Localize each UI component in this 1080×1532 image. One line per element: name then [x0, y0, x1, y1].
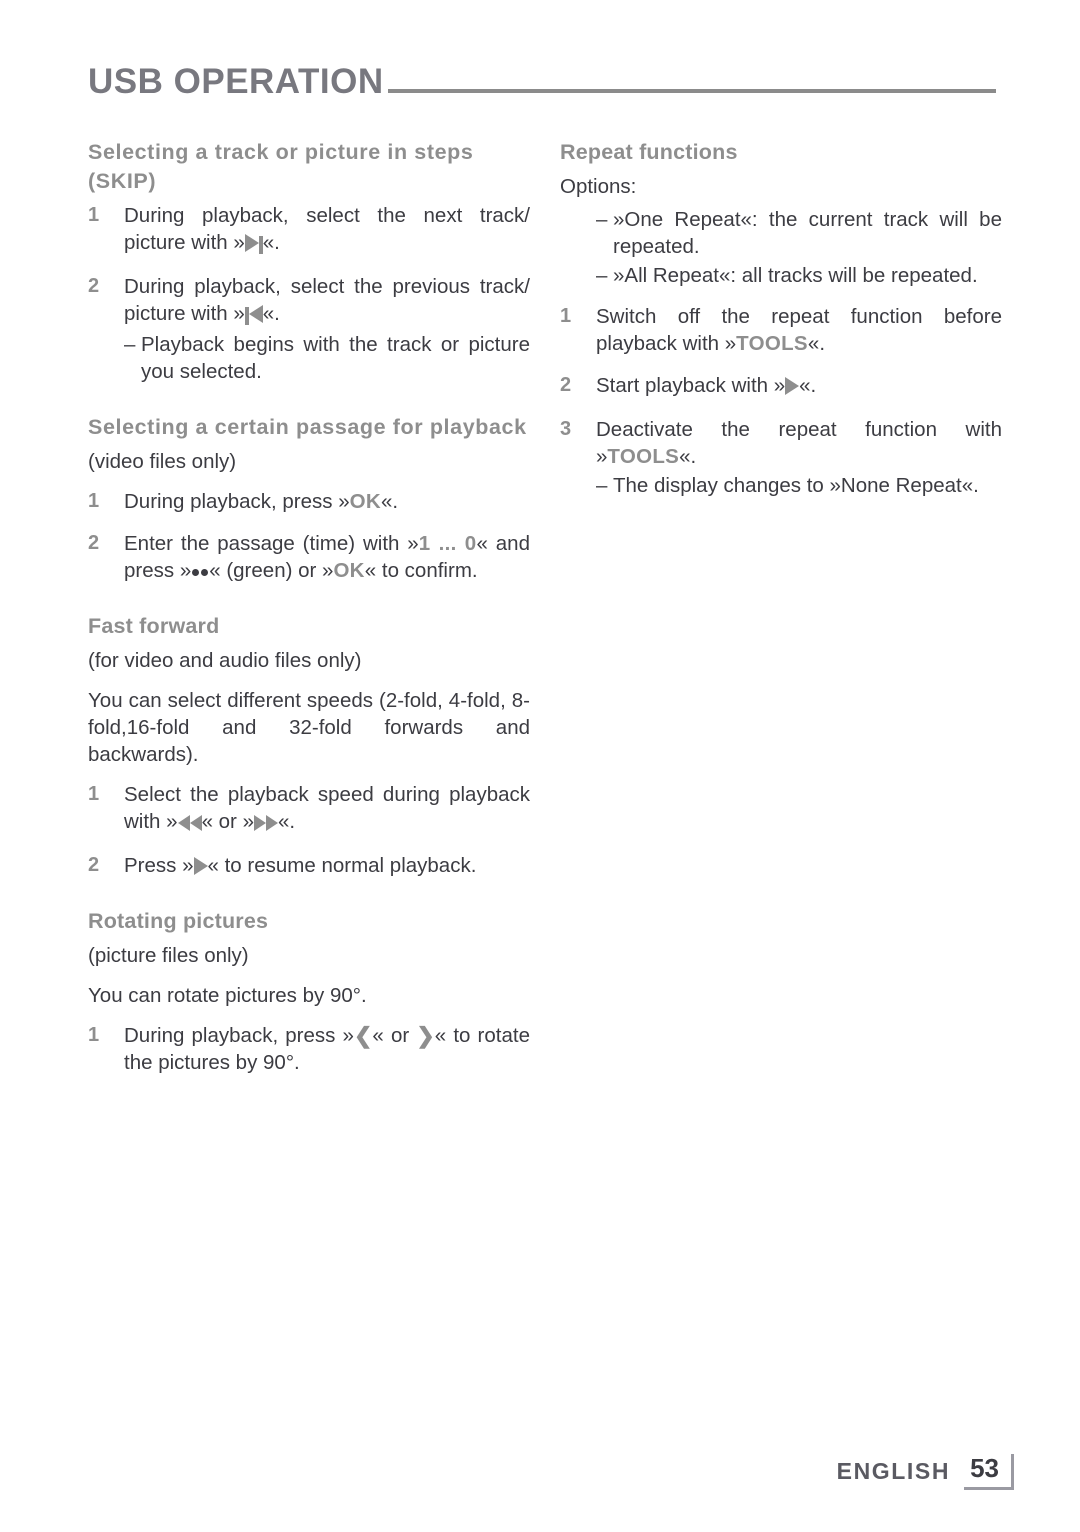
step-press-ok: 1 During playback, press »OK«. — [88, 488, 530, 515]
key-number-range: 1 ... 0 — [418, 532, 477, 555]
step-number: 3 — [560, 418, 572, 440]
step-text-part: « to resume normal playback. — [207, 854, 477, 877]
right-column: Repeat functions Options: – »One Repeat«… — [560, 138, 1002, 514]
step-text: During playback, press »❮« or ❯« to rota… — [124, 1022, 530, 1076]
substep-text: The display changes to »None Repeat«. — [613, 474, 979, 497]
fast-forward-description: You can select different speeds (2-fold,… — [88, 689, 530, 766]
step-text-part: During playback, select the next track/ … — [124, 204, 530, 254]
step-text-part: Start playback with » — [596, 374, 786, 397]
key-tools: TOOLS — [736, 332, 808, 355]
step-number: 1 — [560, 305, 572, 327]
step-text-part: «. — [277, 810, 296, 833]
option-all-repeat: – »All Repeat«: all tracks will be repea… — [596, 262, 1002, 289]
step-text: Deactivate the repeat function with »TOO… — [596, 416, 1002, 470]
step-number: 1 — [88, 204, 100, 226]
play-icon — [193, 854, 208, 881]
heading-repeat-functions: Repeat functions — [560, 140, 738, 164]
step-text: Start playback with » «. — [596, 372, 1002, 401]
step-number: 2 — [88, 854, 100, 876]
page-header: USB OPERATION — [88, 52, 996, 100]
left-arrow-icon: ❮ — [353, 1023, 373, 1048]
step-text-part: «. — [679, 445, 697, 468]
step-text-part: «. — [262, 231, 280, 254]
step-text: Press » « to resume normal playback. — [124, 852, 530, 881]
green-button-icon — [191, 559, 209, 586]
page-number-frame: 53 — [964, 1454, 1014, 1490]
skip-previous-icon — [244, 302, 263, 329]
step-start-playback: 2 Start playback with » «. — [560, 372, 1002, 401]
step-switch-off-repeat: 1 Switch off the repeat function before … — [560, 303, 1002, 357]
dash-marker: – — [596, 208, 608, 231]
step-text-part: «. — [807, 332, 826, 355]
step-resume-playback: 2 Press » « to resume normal playback. — [88, 852, 530, 881]
heading-rotating-pictures: Rotating pictures — [88, 909, 269, 933]
step-skip-previous: 2 During playback, select the previous t… — [88, 273, 530, 385]
step-number: 1 — [88, 783, 100, 805]
step-text-part: Press » — [124, 854, 194, 877]
substep-playback-begins: – Playback begins with the track or pict… — [124, 331, 530, 385]
skip-next-icon — [244, 231, 263, 258]
step-text-part: «. — [380, 490, 399, 513]
note-video-files-only: (video files only) — [88, 450, 237, 473]
document-page: USB OPERATION Selecting a track or pictu… — [0, 0, 1080, 1532]
play-icon — [785, 374, 800, 401]
step-number: 2 — [560, 374, 572, 396]
step-text-part: During playback, select the previous tra… — [124, 275, 530, 325]
step-text-part: « or — [372, 1024, 417, 1047]
step-text: Select the playback speed during playbac… — [124, 781, 530, 837]
step-deactivate-repeat: 3 Deactivate the repeat function with »T… — [560, 416, 1002, 499]
note-picture-files-only: (picture files only) — [88, 944, 249, 967]
note-video-audio-only: (for video and audio files only) — [88, 649, 362, 672]
footer-language: ENGLISH — [836, 1458, 951, 1484]
step-select-speed: 1 Select the playback speed during playb… — [88, 781, 530, 837]
step-number: 2 — [88, 275, 100, 297]
substep-text: Playback begins with the track or pictur… — [141, 333, 530, 383]
fast-forward-icon — [253, 810, 278, 837]
step-number: 1 — [88, 490, 100, 512]
step-text: Enter the passage (time) with »1 ... 0 « … — [124, 530, 530, 586]
option-one-repeat: – »One Repeat«: the current track will b… — [596, 206, 1002, 260]
heading-selecting-track-skip: Selecting a track or picture in steps (S… — [88, 140, 474, 193]
rotating-description: You can rotate pictures by 90°. — [88, 984, 367, 1007]
step-text: During playback, press »OK«. — [124, 488, 530, 515]
step-enter-passage: 2 Enter the passage (time) with »1 ... 0… — [88, 530, 530, 586]
heading-selecting-passage: Selecting a certain passage for playback — [88, 415, 527, 439]
heading-fast-forward: Fast forward — [88, 614, 220, 638]
step-text-part: « to confirm. — [364, 559, 478, 582]
page-number: 53 — [970, 1453, 999, 1483]
page-footer: ENGLISH 53 — [837, 1454, 1014, 1490]
options-label: Options: — [560, 175, 637, 198]
option-text: »All Repeat«: all tracks will be repeate… — [613, 264, 978, 287]
option-text: »One Repeat«: the current track will be … — [613, 208, 1002, 258]
key-ok: OK — [349, 490, 381, 513]
step-text-part: « or » — [201, 810, 254, 833]
step-text: During playback, select the previous tra… — [124, 273, 530, 329]
step-text-part: «. — [262, 302, 280, 325]
header-rule — [387, 89, 996, 93]
step-text-part: « (green) or » — [209, 559, 334, 582]
step-text: Switch off the repeat function before pl… — [596, 303, 1002, 357]
step-text-part: Enter the passage (time) with » — [124, 532, 419, 555]
dash-marker: – — [596, 264, 608, 287]
right-arrow-icon: ❯ — [416, 1023, 435, 1048]
key-tools: TOOLS — [607, 445, 680, 468]
step-skip-next: 1 During playback, select the next track… — [88, 202, 530, 258]
dash-marker: – — [124, 333, 136, 356]
step-number: 2 — [88, 532, 100, 554]
substep-display-changes: – The display changes to »None Repeat«. — [596, 472, 1002, 499]
step-rotate-picture: 1 During playback, press »❮« or ❯« to ro… — [88, 1022, 530, 1076]
rewind-icon — [177, 810, 202, 837]
step-number: 1 — [88, 1024, 100, 1046]
step-text-part: During playback, press » — [124, 490, 350, 513]
left-column: Selecting a track or picture in steps (S… — [88, 138, 530, 1091]
step-text-part: «. — [799, 374, 817, 397]
step-text: During playback, select the next track/ … — [124, 202, 530, 258]
page-title: USB OPERATION — [88, 62, 384, 101]
key-ok: OK — [333, 559, 365, 582]
dash-marker: – — [596, 474, 608, 497]
step-text-part: During playback, press » — [124, 1024, 354, 1047]
repeat-options-list: – »One Repeat«: the current track will b… — [560, 206, 1002, 289]
